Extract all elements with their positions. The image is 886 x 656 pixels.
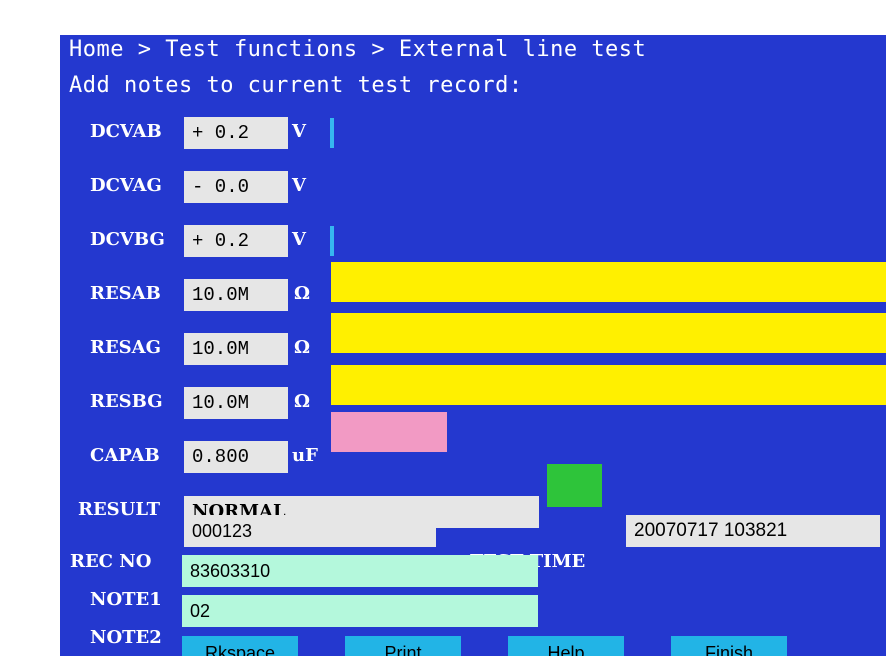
measurement-value-dcvab: + 0.2 bbox=[184, 117, 288, 149]
measurement-value-resag: 10.0M bbox=[184, 333, 288, 365]
test-screen: Home > Test functions > External line te… bbox=[60, 35, 886, 656]
result-label: RESULT bbox=[78, 499, 160, 520]
rec-no-value: 000123 bbox=[184, 515, 436, 547]
measurement-value-capab: 0.800 bbox=[184, 441, 288, 473]
measurement-label-resab: RESAB bbox=[90, 283, 161, 304]
measurement-unit-dcvag: V bbox=[292, 175, 306, 196]
measurement-label-dcvag: DCVAG bbox=[90, 175, 162, 196]
measurement-value-dcvag: - 0.0 bbox=[184, 171, 288, 203]
measurement-value-resab: 10.0M bbox=[184, 279, 288, 311]
level-bar-resbg bbox=[331, 365, 886, 405]
measurement-unit-dcvbg: V bbox=[292, 229, 306, 250]
measurement-unit-resag: Ω bbox=[294, 337, 311, 358]
test-time-value: 20070717 103821 bbox=[626, 515, 880, 547]
page-subtitle: Add notes to current test record: bbox=[69, 73, 523, 98]
measurement-unit-resbg: Ω bbox=[294, 391, 311, 412]
level-tick-dcvbg bbox=[330, 226, 334, 256]
measurement-label-dcvbg: DCVBG bbox=[90, 229, 165, 250]
rec-no-label: REC NO bbox=[70, 551, 152, 572]
finish-button[interactable]: Finish bbox=[671, 636, 787, 656]
measurement-value-dcvbg: + 0.2 bbox=[184, 225, 288, 257]
measurement-value-resbg: 10.0M bbox=[184, 387, 288, 419]
measurement-unit-resab: Ω bbox=[294, 283, 311, 304]
print-button[interactable]: Print bbox=[345, 636, 461, 656]
measurement-label-resbg: RESBG bbox=[90, 391, 163, 412]
measurement-label-dcvab: DCVAB bbox=[90, 121, 162, 142]
backspace-button[interactable]: Rkspace bbox=[182, 636, 298, 656]
measurement-label-resag: RESAG bbox=[90, 337, 162, 358]
measurement-unit-dcvab: V bbox=[292, 121, 306, 142]
note1-label: NOTE1 bbox=[90, 589, 162, 610]
level-bar-capab bbox=[331, 412, 447, 452]
note2-label: NOTE2 bbox=[90, 627, 162, 648]
help-button[interactable]: Help bbox=[508, 636, 624, 656]
level-bar-resag bbox=[331, 313, 886, 353]
level-tick-dcvab bbox=[330, 118, 334, 148]
result-status-indicator bbox=[547, 464, 602, 507]
breadcrumb: Home > Test functions > External line te… bbox=[69, 37, 647, 62]
measurement-unit-capab: uF bbox=[292, 445, 318, 466]
note2-input[interactable]: 02 bbox=[182, 595, 538, 627]
note1-input[interactable]: 83603310 bbox=[182, 555, 538, 587]
level-bar-resab bbox=[331, 262, 886, 302]
measurement-label-capab: CAPAB bbox=[90, 445, 160, 466]
